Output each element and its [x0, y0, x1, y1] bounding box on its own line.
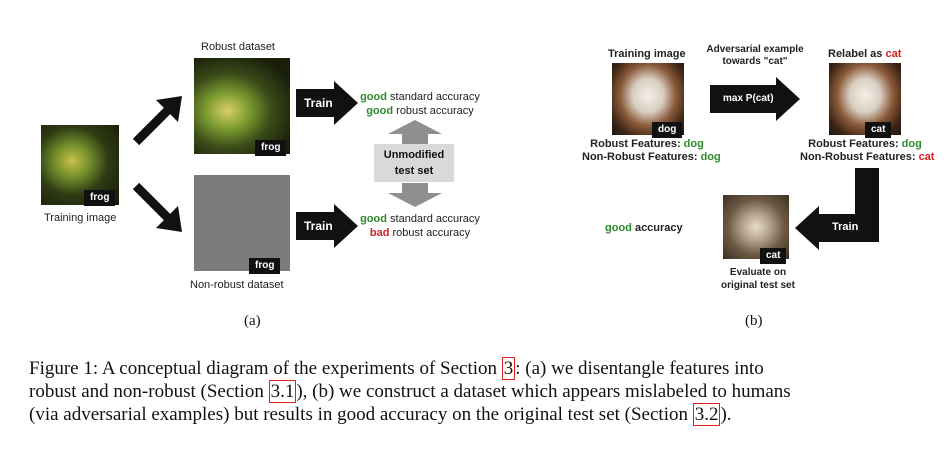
train-label-b: Train — [832, 221, 859, 233]
caption-line-3: (via adversarial examples) but results i… — [29, 403, 732, 426]
caption-line-2: robust and non-robust (Section 3.1), (b)… — [29, 380, 791, 403]
test-set-line2: test set — [394, 165, 434, 177]
figure-caption: Figure 1: A conceptual diagram of the ex… — [29, 357, 791, 426]
evaluate-label: Evaluate on original test set — [721, 267, 795, 291]
tag-frog-training: frog — [84, 190, 116, 206]
features-left: Robust Features: dog Non-Robust Features… — [582, 138, 721, 163]
panel-a-sublabel: (a) — [244, 313, 261, 329]
robust-dataset-label: Robust dataset — [201, 41, 275, 53]
section-ref-3[interactable]: 3 — [501, 357, 516, 380]
panel-b-sublabel: (b) — [745, 313, 763, 329]
tag-frog-nonrobust: frog — [249, 258, 281, 274]
section-ref-3-1[interactable]: 3.1 — [268, 380, 297, 403]
result-top: good standard accuracy good robust accur… — [360, 91, 480, 117]
train-label-bottom: Train — [304, 219, 333, 233]
relabel-label: Relabel as cat — [828, 48, 902, 60]
test-set-line1: Unmodified — [383, 149, 445, 161]
max-p-label: max P(cat) — [723, 93, 774, 104]
section-ref-3-2[interactable]: 3.2 — [692, 403, 721, 426]
tag-dog: dog — [652, 122, 683, 138]
test-set-box: Unmodified test set — [374, 144, 454, 182]
tag-cat-relabeled: cat — [865, 122, 892, 138]
result-bottom: good standard accuracy bad robust accura… — [360, 213, 480, 239]
non-robust-dataset-label: Non-robust dataset — [190, 279, 284, 291]
train-label-top: Train — [304, 96, 333, 110]
test-set-arrow-up-icon — [388, 120, 442, 144]
adversarial-label: Adversarial example towards "cat" — [706, 44, 804, 67]
training-image-label: Training image — [44, 212, 117, 224]
non-robust-dataset-image — [194, 175, 290, 271]
tag-frog-robust: frog — [255, 140, 287, 156]
caption-line-1: Figure 1: A conceptual diagram of the ex… — [29, 357, 764, 380]
arrow-to-nonrobust-icon — [132, 182, 182, 232]
tag-cat-test: cat — [760, 248, 787, 264]
train-arrow-b-icon — [795, 168, 879, 250]
arrow-to-robust-icon — [132, 96, 182, 146]
good-accuracy-label: good accuracy — [605, 222, 683, 234]
features-right: Robust Features: dog Non-Robust Features… — [800, 138, 935, 163]
test-set-arrow-down-icon — [388, 183, 442, 207]
training-image-label-b: Training image — [608, 48, 686, 60]
